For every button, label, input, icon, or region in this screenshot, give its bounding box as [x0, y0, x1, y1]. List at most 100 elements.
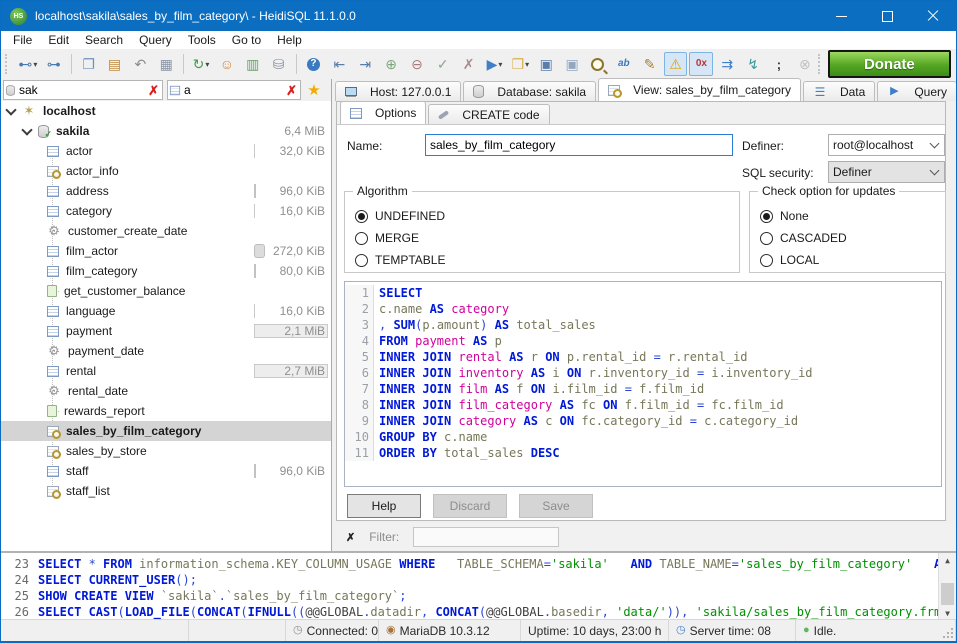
tree-item-staff-list[interactable]: staff_list [1, 481, 331, 501]
tree-item-customer-create-date[interactable]: ⚙customer_create_date [1, 221, 331, 241]
warning-toggle-button[interactable]: ⚠ [664, 52, 688, 76]
scroll-up-icon[interactable]: ▲ [939, 553, 956, 568]
tree-item-actor[interactable]: actor32,0 KiB [1, 141, 331, 161]
tab-view-sales-by-film-category[interactable]: View: sales_by_film_category [598, 78, 801, 101]
tree-item-category[interactable]: category16,0 KiB [1, 201, 331, 221]
favorites-star-button[interactable]: ★ [301, 80, 327, 100]
reformat-code-button[interactable]: ✎ [638, 52, 662, 76]
bind-params-button[interactable]: ⇉ [715, 52, 739, 76]
menu-help[interactable]: Help [269, 32, 310, 48]
sql-source-editor[interactable]: 1SELECT2c.name AS category3, SUM(p.amoun… [344, 281, 942, 487]
close-button[interactable] [910, 1, 956, 31]
subtab-create-code[interactable]: CREATE code [428, 104, 549, 124]
clear-table-filter-icon[interactable]: ✗ [283, 84, 300, 97]
expand-arrow-icon[interactable] [21, 124, 32, 135]
session-manager-button[interactable]: ⊷▾ [16, 52, 40, 76]
tree-item-rental[interactable]: rental2,7 MiB [1, 361, 331, 381]
tree-item-payment-date[interactable]: ⚙payment_date [1, 341, 331, 361]
action-buttons: Help Discard Save [347, 494, 593, 518]
tree-item-rental-date[interactable]: ⚙rental_date [1, 381, 331, 401]
first-row-button[interactable]: ⇤ [327, 52, 351, 76]
database-filter-input[interactable] [17, 83, 145, 97]
hex-toggle-button[interactable]: 0x [689, 52, 713, 76]
tab-query[interactable]: ▶Query [877, 81, 957, 101]
menu-tools[interactable]: Tools [180, 32, 224, 48]
delete-row-button[interactable]: ⊖ [405, 52, 429, 76]
refresh-button[interactable]: ↻▾ [189, 52, 213, 76]
clear-database-filter-icon[interactable]: ✗ [145, 84, 162, 97]
undo-button[interactable]: ↶ [128, 52, 152, 76]
tree-item-label: payment [66, 324, 112, 338]
save-as-button[interactable]: ▣ [560, 52, 584, 76]
replace-button[interactable]: ab [612, 52, 636, 76]
run-query-button[interactable]: ▶▾ [483, 52, 507, 76]
reconnect-button[interactable]: ↯ [741, 52, 765, 76]
tree-item-payment[interactable]: payment2,1 MiB [1, 321, 331, 341]
algorithm-temptable-radio[interactable]: TEMPTABLE [355, 249, 739, 271]
donate-button[interactable]: Donate [828, 50, 951, 78]
filter-input[interactable] [413, 527, 559, 547]
save-sync-button[interactable]: ⛁ [267, 52, 291, 76]
close-filter-icon[interactable]: ✗ [346, 531, 355, 544]
delimiter-button[interactable]: ; [767, 52, 791, 76]
check-option-cascaded-radio[interactable]: CASCADED [760, 227, 945, 249]
tab-data[interactable]: ☰Data [803, 81, 875, 101]
algorithm-undefined-radio[interactable]: UNDEFINED [355, 205, 739, 227]
tree-item-address[interactable]: address96,0 KiB [1, 181, 331, 201]
last-row-button[interactable]: ⇥ [353, 52, 377, 76]
maximize-button[interactable] [864, 1, 910, 31]
discard-button[interactable]: Discard [433, 494, 507, 518]
minimize-button[interactable] [818, 1, 864, 31]
tree-item-film-actor[interactable]: film_actor272,0 KiB [1, 241, 331, 261]
subtab-options[interactable]: Options [340, 101, 426, 124]
algorithm-merge-radio[interactable]: MERGE [355, 227, 739, 249]
stop-button[interactable]: ⊗ [793, 52, 817, 76]
help-button[interactable]: Help [347, 494, 421, 518]
insert-row-button[interactable]: ⊕ [379, 52, 403, 76]
open-file-button[interactable]: ❒▾ [508, 52, 532, 76]
help-button[interactable]: ? [302, 52, 326, 76]
menu-file[interactable]: File [5, 32, 40, 48]
cancel-edit-button[interactable]: ✗ [457, 52, 481, 76]
tree-item-get-customer-balance[interactable]: get_customer_balance [1, 281, 331, 301]
toolbar-grip[interactable] [818, 54, 824, 74]
disconnect-button[interactable]: ⊶ [42, 52, 66, 76]
export-button[interactable]: ▥ [241, 52, 265, 76]
tree-item-localhost[interactable]: ✶localhost [1, 101, 331, 121]
tree-item-sales-by-store[interactable]: sales_by_store [1, 441, 331, 461]
check-option-local-radio[interactable]: LOCAL [760, 249, 945, 271]
undo-icon: ↶ [134, 57, 146, 71]
log-scrollbar[interactable]: ▲ ▼ [938, 553, 956, 621]
menu-query[interactable]: Query [131, 32, 180, 48]
tree-item-actor-info[interactable]: actor_info [1, 161, 331, 181]
save-button[interactable]: ▣ [534, 52, 558, 76]
resize-grip[interactable] [951, 636, 953, 638]
tree-item-staff[interactable]: staff96,0 KiB [1, 461, 331, 481]
tree-item-film-category[interactable]: film_category80,0 KiB [1, 261, 331, 281]
menu-go-to[interactable]: Go to [224, 32, 269, 48]
tree-item-sakila[interactable]: sakila6,4 MiB [1, 121, 331, 141]
copy-button[interactable]: ❐ [77, 52, 101, 76]
print-button[interactable]: ▦ [154, 52, 178, 76]
menu-edit[interactable]: Edit [40, 32, 77, 48]
find-button[interactable] [586, 52, 610, 76]
tab-host-127-0-0-1[interactable]: Host: 127.0.0.1 [335, 81, 461, 101]
post-changes-button[interactable]: ✓ [431, 52, 455, 76]
tree-item-language[interactable]: language16,0 KiB [1, 301, 331, 321]
tree-item-rewards-report[interactable]: rewards_report [1, 401, 331, 421]
tree-item-sales-by-film-category[interactable]: sales_by_film_category [1, 421, 331, 441]
user-manager-button[interactable]: ☺ [215, 52, 239, 76]
toolbar-grip[interactable] [5, 54, 11, 74]
expand-arrow-icon[interactable] [5, 104, 16, 115]
check-option-none-radio[interactable]: None [760, 205, 945, 227]
view-icon [47, 426, 59, 437]
sql-security-select[interactable]: Definer [828, 161, 945, 183]
table-filter-input[interactable] [182, 83, 283, 97]
save-button[interactable]: Save [519, 494, 593, 518]
definer-select[interactable]: root@localhost [828, 134, 945, 156]
paste-button[interactable]: ▤ [103, 52, 127, 76]
menu-search[interactable]: Search [77, 32, 131, 48]
tab-database-sakila[interactable]: Database: sakila [463, 81, 596, 101]
view-name-input[interactable] [425, 134, 733, 156]
scroll-thumb[interactable] [941, 583, 954, 605]
